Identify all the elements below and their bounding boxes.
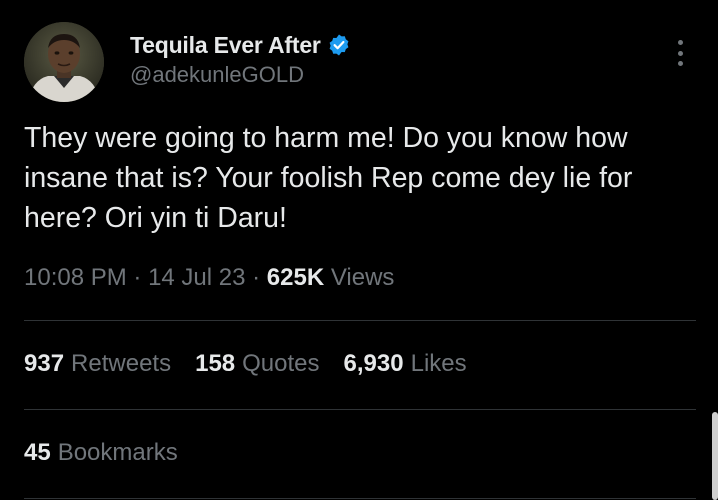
retweets-stat[interactable]: 937 Retweets — [24, 350, 171, 378]
divider — [24, 320, 696, 321]
tweet-date[interactable]: 14 Jul 23 — [148, 264, 245, 291]
tweet-time[interactable]: 10:08 PM — [24, 264, 127, 291]
author-handle[interactable]: @adekunleGOLD — [130, 62, 304, 88]
bookmarks-count: 45 — [24, 439, 51, 466]
author-name-row: Tequila Ever After — [130, 30, 351, 60]
bookmarks-label: Bookmarks — [57, 439, 178, 466]
divider — [24, 498, 696, 499]
divider — [24, 409, 696, 410]
quotes-count: 158 — [195, 350, 236, 377]
bookmarks-stat[interactable]: 45 Bookmarks — [24, 439, 178, 467]
more-dot — [677, 61, 683, 66]
scrollbar-thumb[interactable] — [712, 412, 718, 500]
meta-separator: · — [126, 264, 149, 291]
likes-count: 6,930 — [343, 350, 404, 377]
profile-photo — [24, 22, 104, 102]
retweets-label: Retweets — [71, 350, 172, 377]
retweets-count: 937 — [24, 350, 65, 377]
author-display-name[interactable]: Tequila Ever After — [130, 32, 321, 59]
verified-badge-icon[interactable] — [327, 33, 351, 57]
more-dot — [677, 50, 683, 56]
views-count: 625K — [266, 264, 325, 291]
likes-label: Likes — [410, 350, 467, 377]
quotes-label: Quotes — [242, 350, 320, 377]
views-label: Views — [330, 264, 395, 291]
meta-separator: · — [245, 264, 267, 291]
more-options-icon[interactable] — [668, 36, 692, 70]
author-avatar[interactable] — [24, 22, 104, 102]
tweet-meta: 10:08 PM · 14 Jul 23 · 625K Views — [24, 264, 394, 292]
likes-stat[interactable]: 6,930 Likes — [344, 350, 467, 378]
tweet-text: They were going to harm me! Do you know … — [24, 122, 633, 234]
quotes-stat[interactable]: 158 Quotes — [195, 350, 319, 378]
engagement-stats: 937 Retweets 158 Quotes 6,930 Likes — [24, 350, 467, 378]
more-dot — [677, 40, 683, 45]
